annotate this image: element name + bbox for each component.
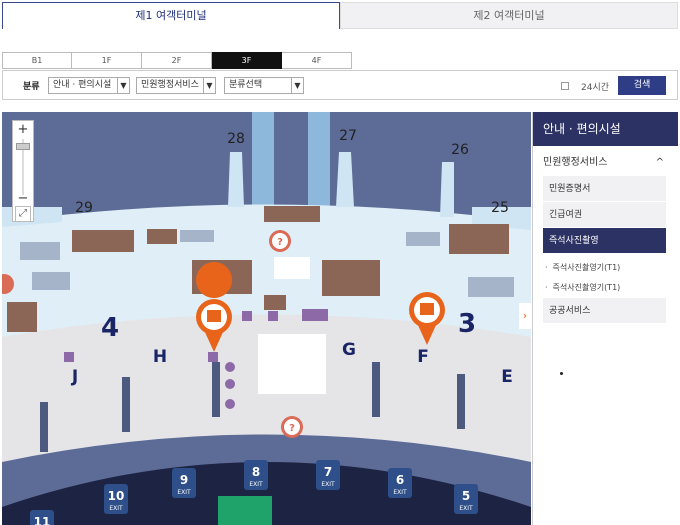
svg-text:6: 6 bbox=[396, 473, 404, 487]
floor-tab-2f[interactable]: 2F bbox=[142, 52, 212, 69]
search-button[interactable]: 검색 bbox=[618, 76, 666, 95]
subcategory-select[interactable]: 민원행정서비스 ▼ bbox=[136, 77, 216, 94]
gate-29-label: 29 bbox=[75, 200, 93, 216]
zone-e-label: E bbox=[501, 367, 513, 387]
zone-j-label: J bbox=[71, 367, 78, 387]
panel-item-public-service[interactable]: 공공서비스 bbox=[543, 298, 666, 324]
exit-marker-10: 10 EXIT bbox=[104, 484, 128, 514]
category-select-value: 안내 · 편의시설 bbox=[53, 80, 112, 90]
svg-text:9: 9 bbox=[180, 473, 188, 487]
floor-tabs: B1 1F 2F 3F 4F bbox=[2, 52, 352, 69]
chevron-up-icon: ^ bbox=[655, 157, 664, 168]
gate-25-label: 25 bbox=[491, 200, 509, 216]
panel-sub-photo-booth-2[interactable]: 즉석사진촬영기(T1) bbox=[545, 278, 678, 298]
panel-item-emergency-passport[interactable]: 긴급여권 bbox=[543, 202, 666, 228]
category-select[interactable]: 안내 · 편의시설 ▼ bbox=[48, 77, 130, 94]
floor-tab-3f[interactable]: 3F bbox=[212, 52, 282, 69]
svg-text:7: 7 bbox=[324, 465, 332, 479]
info-question-icon: ? bbox=[281, 416, 303, 438]
exit-marker-5: 5 EXIT bbox=[454, 484, 478, 514]
panel-item-certificate[interactable]: 민원증명서 bbox=[543, 176, 666, 202]
floor-tab-b1[interactable]: B1 bbox=[2, 52, 72, 69]
zone-3-label: 3 bbox=[458, 309, 476, 339]
info-question-icon: ? bbox=[269, 230, 291, 252]
panel-category-label: 민원행정서비스 bbox=[543, 157, 608, 168]
tab-terminal-1[interactable]: 제1 여객터미널 bbox=[2, 2, 340, 29]
svg-text:EXIT: EXIT bbox=[393, 489, 407, 496]
facility-panel: 안내 · 편의시설 민원행정서비스 ^ 민원증명서 긴급여권 즉석사진촬영 즉석… bbox=[532, 112, 678, 525]
svg-text:?: ? bbox=[277, 237, 283, 248]
panel-category[interactable]: 민원행정서비스 ^ bbox=[533, 150, 678, 176]
floor-map-canvas: ? ? 29 28 27 26 25 4 3 H G F J E 11 10 E… bbox=[2, 112, 531, 525]
svg-text:5: 5 bbox=[462, 489, 470, 503]
exit-marker-11: 11 bbox=[30, 510, 54, 525]
panel-item-photo-booth[interactable]: 즉석사진촬영 bbox=[543, 228, 666, 254]
svg-text:EXIT: EXIT bbox=[177, 489, 191, 496]
zone-h-label: H bbox=[153, 347, 167, 367]
exit-marker-6: 6 EXIT bbox=[388, 468, 412, 498]
floor-map[interactable]: ? ? 29 28 27 26 25 4 3 H G F J E 11 10 E… bbox=[2, 112, 531, 525]
gate-27-label: 27 bbox=[339, 128, 357, 144]
svg-text:8: 8 bbox=[252, 465, 260, 479]
gate-26-label: 26 bbox=[451, 142, 469, 158]
zone-4-label: 4 bbox=[101, 313, 119, 343]
zoom-out-button[interactable]: − bbox=[13, 191, 33, 207]
filter-label: 분류 bbox=[23, 82, 40, 92]
svg-text:EXIT: EXIT bbox=[249, 481, 263, 488]
exit-marker-9: 9 EXIT bbox=[172, 468, 196, 498]
svg-text:EXIT: EXIT bbox=[109, 505, 123, 512]
zoom-in-button[interactable]: + bbox=[13, 122, 33, 138]
svg-text:EXIT: EXIT bbox=[321, 481, 335, 488]
filter-bar: 분류 안내 · 편의시설 ▼ 민원행정서비스 ▼ 분류선택 ▼ 24시간 검색 bbox=[2, 70, 678, 100]
panel-sub-photo-booth-1[interactable]: 즉석사진촬영기(T1) bbox=[545, 258, 678, 278]
type-select[interactable]: 분류선택 ▼ bbox=[224, 77, 304, 94]
gate-28-label: 28 bbox=[227, 131, 245, 147]
decorative-dot bbox=[560, 372, 563, 375]
floor-tab-1f[interactable]: 1F bbox=[72, 52, 142, 69]
chevron-down-icon: ▼ bbox=[117, 78, 129, 93]
zone-f-label: F bbox=[417, 347, 429, 367]
zone-g-label: G bbox=[342, 340, 356, 360]
subcategory-select-value: 민원행정서비스 bbox=[141, 80, 199, 90]
exit-marker-7: 7 EXIT bbox=[316, 460, 340, 490]
terminal-tabs: 제1 여객터미널 제2 여객터미널 bbox=[2, 2, 678, 29]
24h-checkbox-label: 24시간 bbox=[581, 83, 610, 93]
chevron-down-icon: ▼ bbox=[203, 78, 215, 93]
chevron-down-icon: ▼ bbox=[291, 78, 303, 93]
exit-marker-8: 8 EXIT bbox=[244, 460, 268, 490]
panel-title: 안내 · 편의시설 bbox=[533, 112, 678, 146]
svg-text:11: 11 bbox=[34, 515, 51, 525]
svg-text:EXIT: EXIT bbox=[459, 505, 473, 512]
svg-text:?: ? bbox=[289, 423, 295, 434]
zoom-slider-handle[interactable] bbox=[16, 143, 30, 150]
svg-text:10: 10 bbox=[108, 489, 125, 503]
type-select-value: 분류선택 bbox=[229, 80, 263, 90]
map-next-arrow[interactable]: › bbox=[519, 303, 531, 329]
floor-tab-4f[interactable]: 4F bbox=[282, 52, 352, 69]
tab-terminal-2[interactable]: 제2 여객터미널 bbox=[340, 2, 678, 29]
24h-checkbox[interactable] bbox=[561, 82, 569, 90]
fullscreen-icon[interactable]: ⤢ bbox=[15, 206, 31, 222]
